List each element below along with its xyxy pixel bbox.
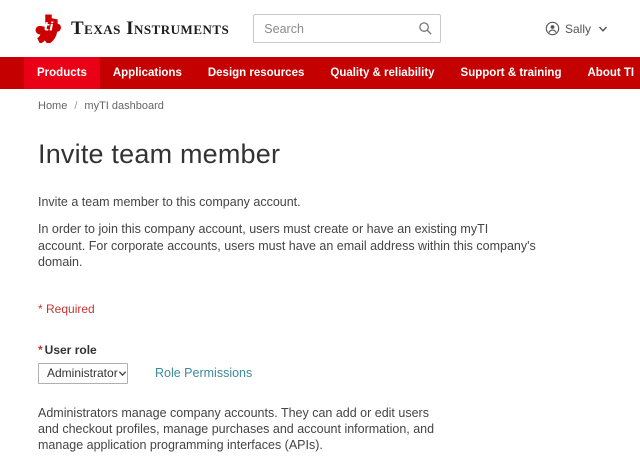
user-role-select[interactable]: Administrator [38,362,128,384]
main-content: Invite team member Invite a team member … [0,139,640,461]
breadcrumb: Home / myTI dashboard [38,100,640,112]
svg-text:ti: ti [44,20,55,34]
search-box [253,14,442,43]
primary-nav: Products Applications Design resources Q… [0,57,640,89]
user-role-label-text: User role [44,342,97,357]
nav-item-quality-reliability[interactable]: Quality & reliability [317,57,447,89]
required-asterisk: * [38,342,43,357]
brand-wordmark: Texas Instruments [71,17,230,39]
person-icon [545,21,560,36]
ti-logo[interactable]: ti Texas Instruments [35,14,229,43]
chevron-down-icon [598,26,608,32]
intro-text: Invite a team member to this company acc… [38,195,301,209]
join-info-text: In order to join this company account, u… [38,222,536,269]
nav-item-about-ti[interactable]: About TI [574,57,640,89]
user-role-label: * User role [38,343,640,357]
account-menu[interactable]: Sally [545,21,620,36]
site-header: ti Texas Instruments Sally [0,0,640,57]
user-role-row: Administrator Role Permissions [38,362,640,384]
nav-item-design-resources[interactable]: Design resources [195,57,318,89]
nav-item-support-training[interactable]: Support & training [448,57,575,89]
page-title: Invite team member [38,139,281,169]
role-permissions-link[interactable]: Role Permissions [155,366,252,380]
breadcrumb-myti-dashboard[interactable]: myTI dashboard [84,100,163,112]
nav-item-applications[interactable]: Applications [100,57,195,89]
ti-bug-icon: ti [35,14,61,43]
nav-item-products[interactable]: Products [24,57,100,89]
breadcrumb-home[interactable]: Home [38,100,67,112]
user-role-selected-value: Administrator [47,366,118,380]
search-icon[interactable] [418,21,433,36]
breadcrumb-separator: / [74,100,78,112]
search-input[interactable] [253,14,442,43]
role-description: Administrators manage company accounts. … [38,405,435,452]
required-note: * Required [38,301,95,316]
account-name: Sally [564,21,591,36]
chevron-down-icon [118,370,126,376]
